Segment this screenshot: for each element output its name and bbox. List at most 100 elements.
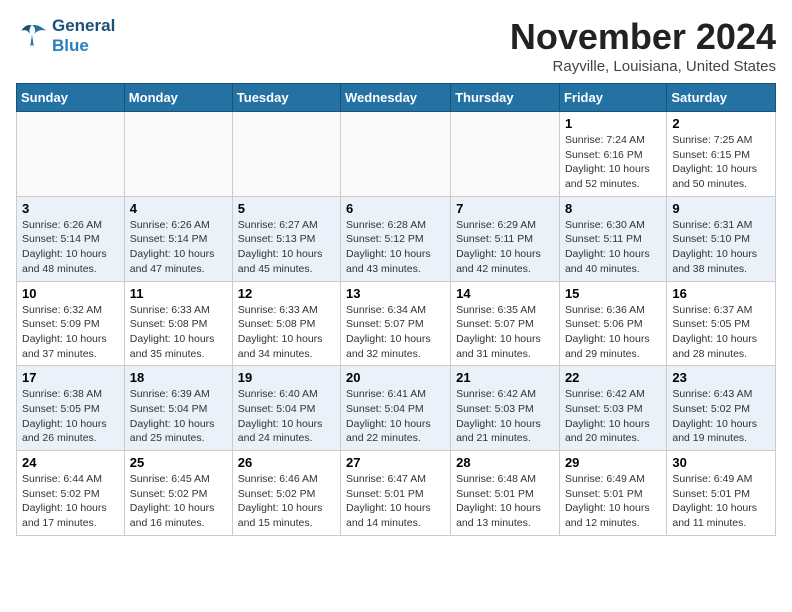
- week-row-4: 17 Sunrise: 6:38 AM Sunset: 5:05 PM Dayli…: [17, 366, 776, 451]
- calendar-cell: 18Sunrise: 6:39 AM Sunset: 5:04 PM Dayli…: [124, 366, 232, 451]
- calendar-cell: 20 Sunrise: 6:41 AM Sunset: 5:04 PM Dayli…: [341, 366, 451, 451]
- calendar-cell: 15 Sunrise: 6:36 AM Sunset: 5:06 PM Dayli…: [559, 281, 666, 366]
- calendar-cell: 6 Sunrise: 6:28 AM Sunset: 5:12 PM Daylig…: [341, 196, 451, 281]
- day-info: Sunrise: 6:48 AM Sunset: 5:01 PM Dayligh…: [456, 472, 554, 531]
- day-number: 27: [346, 455, 445, 470]
- day-number: 19: [238, 370, 335, 385]
- day-number: 9: [672, 201, 770, 216]
- calendar-cell: 27 Sunrise: 6:47 AM Sunset: 5:01 PM Dayli…: [341, 451, 451, 536]
- day-info: Sunrise: 6:41 AM Sunset: 5:04 PM Dayligh…: [346, 387, 445, 446]
- day-info: Sunrise: 6:29 AM Sunset: 5:11 PM Dayligh…: [456, 218, 554, 277]
- day-info: Sunrise: 6:49 AM Sunset: 5:01 PM Dayligh…: [565, 472, 661, 531]
- calendar-cell: 26 Sunrise: 6:46 AM Sunset: 5:02 PM Dayli…: [232, 451, 340, 536]
- day-info: Sunrise: 6:36 AM Sunset: 5:06 PM Dayligh…: [565, 303, 661, 362]
- calendar-cell: 22 Sunrise: 6:42 AM Sunset: 5:03 PM Dayli…: [559, 366, 666, 451]
- calendar-cell: 29 Sunrise: 6:49 AM Sunset: 5:01 PM Dayli…: [559, 451, 666, 536]
- calendar-cell: 12 Sunrise: 6:33 AM Sunset: 5:08 PM Dayli…: [232, 281, 340, 366]
- calendar-cell: [232, 112, 340, 197]
- weekday-header-wednesday: Wednesday: [341, 84, 451, 112]
- day-number: 3: [22, 201, 119, 216]
- day-number: 14: [456, 286, 554, 301]
- calendar: SundayMondayTuesdayWednesdayThursdayFrid…: [16, 83, 776, 536]
- month-title: November 2024: [510, 16, 776, 58]
- location: Rayville, Louisiana, United States: [510, 58, 776, 75]
- day-number: 22: [565, 370, 661, 385]
- title-area: November 2024 Rayville, Louisiana, Unite…: [510, 16, 776, 75]
- day-info: Sunrise: 6:33 AM Sunset: 5:08 PM Dayligh…: [238, 303, 335, 362]
- calendar-cell: 2 Sunrise: 7:25 AM Sunset: 6:15 PM Daylig…: [667, 112, 776, 197]
- week-row-1: 1 Sunrise: 7:24 AM Sunset: 6:16 PM Daylig…: [17, 112, 776, 197]
- day-number: 17: [22, 370, 119, 385]
- day-info: Sunrise: 6:46 AM Sunset: 5:02 PM Dayligh…: [238, 472, 335, 531]
- day-number: 18: [130, 370, 227, 385]
- day-number: 26: [238, 455, 335, 470]
- day-info: Sunrise: 6:28 AM Sunset: 5:12 PM Dayligh…: [346, 218, 445, 277]
- day-number: 5: [238, 201, 335, 216]
- day-info: Sunrise: 6:37 AM Sunset: 5:05 PM Dayligh…: [672, 303, 770, 362]
- calendar-cell: [451, 112, 560, 197]
- day-info: Sunrise: 6:31 AM Sunset: 5:10 PM Dayligh…: [672, 218, 770, 277]
- weekday-header-saturday: Saturday: [667, 84, 776, 112]
- day-number: 21: [456, 370, 554, 385]
- day-number: 6: [346, 201, 445, 216]
- day-number: 13: [346, 286, 445, 301]
- day-number: 1: [565, 116, 661, 131]
- day-number: 2: [672, 116, 770, 131]
- day-info: Sunrise: 6:44 AM Sunset: 5:02 PM Dayligh…: [22, 472, 119, 531]
- day-info: Sunrise: 6:26 AM Sunset: 5:14 PM Dayligh…: [22, 218, 119, 277]
- calendar-cell: [17, 112, 125, 197]
- day-info: Sunrise: 7:24 AM Sunset: 6:16 PM Dayligh…: [565, 133, 661, 192]
- day-info: Sunrise: 6:45 AM Sunset: 5:02 PM Dayligh…: [130, 472, 227, 531]
- calendar-cell: 13 Sunrise: 6:34 AM Sunset: 5:07 PM Dayli…: [341, 281, 451, 366]
- day-info: Sunrise: 6:27 AM Sunset: 5:13 PM Dayligh…: [238, 218, 335, 277]
- week-row-2: 3 Sunrise: 6:26 AM Sunset: 5:14 PM Daylig…: [17, 196, 776, 281]
- weekday-header-sunday: Sunday: [17, 84, 125, 112]
- day-number: 24: [22, 455, 119, 470]
- calendar-cell: 30Sunrise: 6:49 AM Sunset: 5:01 PM Dayli…: [667, 451, 776, 536]
- day-number: 4: [130, 201, 227, 216]
- calendar-cell: [341, 112, 451, 197]
- weekday-header-tuesday: Tuesday: [232, 84, 340, 112]
- calendar-cell: 8Sunrise: 6:30 AM Sunset: 5:11 PM Daylig…: [559, 196, 666, 281]
- day-info: Sunrise: 6:40 AM Sunset: 5:04 PM Dayligh…: [238, 387, 335, 446]
- day-info: Sunrise: 6:33 AM Sunset: 5:08 PM Dayligh…: [130, 303, 227, 362]
- calendar-cell: 25 Sunrise: 6:45 AM Sunset: 5:02 PM Dayli…: [124, 451, 232, 536]
- calendar-cell: 14 Sunrise: 6:35 AM Sunset: 5:07 PM Dayli…: [451, 281, 560, 366]
- day-info: Sunrise: 6:42 AM Sunset: 5:03 PM Dayligh…: [456, 387, 554, 446]
- weekday-header-monday: Monday: [124, 84, 232, 112]
- day-info: Sunrise: 6:47 AM Sunset: 5:01 PM Dayligh…: [346, 472, 445, 531]
- week-row-5: 24 Sunrise: 6:44 AM Sunset: 5:02 PM Dayli…: [17, 451, 776, 536]
- day-info: Sunrise: 6:32 AM Sunset: 5:09 PM Dayligh…: [22, 303, 119, 362]
- logo: General Blue: [16, 16, 115, 56]
- day-number: 29: [565, 455, 661, 470]
- day-number: 10: [22, 286, 119, 301]
- day-number: 20: [346, 370, 445, 385]
- day-info: Sunrise: 6:42 AM Sunset: 5:03 PM Dayligh…: [565, 387, 661, 446]
- day-number: 12: [238, 286, 335, 301]
- calendar-cell: 28Sunrise: 6:48 AM Sunset: 5:01 PM Dayli…: [451, 451, 560, 536]
- logo-icon: [16, 22, 48, 50]
- calendar-cell: 3 Sunrise: 6:26 AM Sunset: 5:14 PM Daylig…: [17, 196, 125, 281]
- calendar-cell: 5 Sunrise: 6:27 AM Sunset: 5:13 PM Daylig…: [232, 196, 340, 281]
- day-number: 15: [565, 286, 661, 301]
- day-number: 23: [672, 370, 770, 385]
- weekday-header-row: SundayMondayTuesdayWednesdayThursdayFrid…: [17, 84, 776, 112]
- calendar-cell: 7 Sunrise: 6:29 AM Sunset: 5:11 PM Daylig…: [451, 196, 560, 281]
- calendar-cell: 16Sunrise: 6:37 AM Sunset: 5:05 PM Dayli…: [667, 281, 776, 366]
- calendar-cell: [124, 112, 232, 197]
- calendar-cell: 10 Sunrise: 6:32 AM Sunset: 5:09 PM Dayli…: [17, 281, 125, 366]
- day-info: Sunrise: 6:34 AM Sunset: 5:07 PM Dayligh…: [346, 303, 445, 362]
- day-info: Sunrise: 6:35 AM Sunset: 5:07 PM Dayligh…: [456, 303, 554, 362]
- calendar-cell: 4Sunrise: 6:26 AM Sunset: 5:14 PM Daylig…: [124, 196, 232, 281]
- calendar-cell: 11 Sunrise: 6:33 AM Sunset: 5:08 PM Dayli…: [124, 281, 232, 366]
- day-number: 7: [456, 201, 554, 216]
- day-info: Sunrise: 6:43 AM Sunset: 5:02 PM Dayligh…: [672, 387, 770, 446]
- day-number: 11: [130, 286, 227, 301]
- calendar-cell: 17 Sunrise: 6:38 AM Sunset: 5:05 PM Dayli…: [17, 366, 125, 451]
- calendar-cell: 24 Sunrise: 6:44 AM Sunset: 5:02 PM Dayli…: [17, 451, 125, 536]
- day-info: Sunrise: 7:25 AM Sunset: 6:15 PM Dayligh…: [672, 133, 770, 192]
- day-info: Sunrise: 6:30 AM Sunset: 5:11 PM Dayligh…: [565, 218, 661, 277]
- day-number: 25: [130, 455, 227, 470]
- day-info: Sunrise: 6:49 AM Sunset: 5:01 PM Dayligh…: [672, 472, 770, 531]
- day-info: Sunrise: 6:38 AM Sunset: 5:05 PM Dayligh…: [22, 387, 119, 446]
